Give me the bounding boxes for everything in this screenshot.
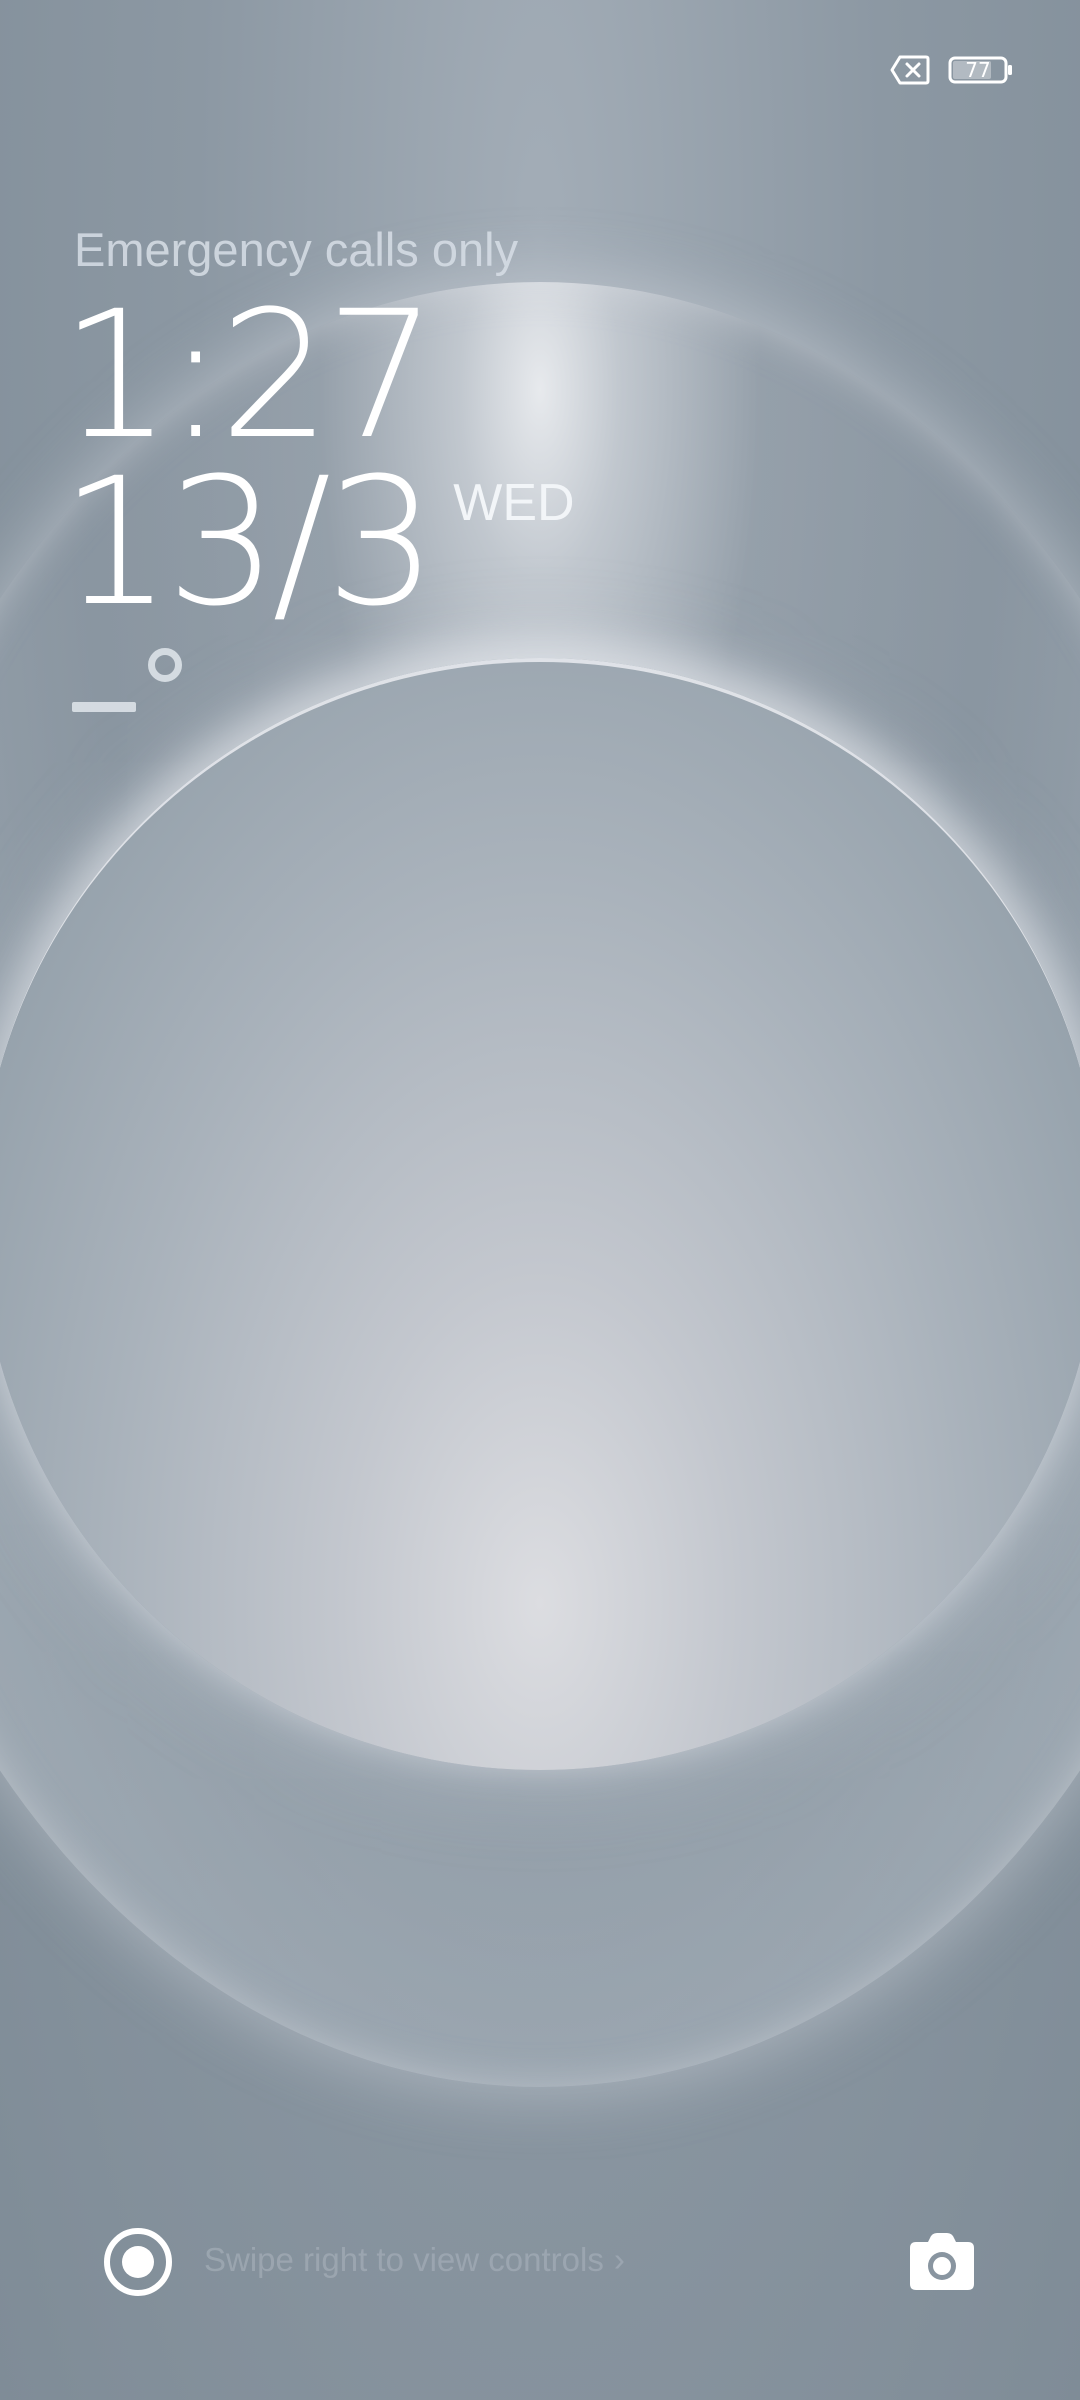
camera-icon (910, 2233, 974, 2290)
temperature-dash (72, 702, 136, 712)
lockscreen-date: 13/3 (60, 440, 437, 645)
lockscreen-clock: 1:27 (60, 273, 437, 478)
temperature-placeholder-icon (72, 640, 192, 720)
record-circle-icon (122, 2246, 154, 2278)
status-bar: 77 (890, 52, 1014, 88)
camera-button[interactable] (908, 2230, 976, 2294)
carrier-status-text: Emergency calls only (74, 223, 519, 276)
wallpaper-inner-sphere (0, 658, 1080, 1770)
degree-icon (148, 648, 182, 682)
swipe-hint-text: Swipe right to view controls (204, 2241, 604, 2278)
battery-level-text: 77 (965, 58, 991, 82)
controls-button[interactable] (104, 2228, 172, 2296)
lockscreen-weekday: WED (453, 474, 575, 532)
chevron-right-icon: › (613, 2241, 625, 2278)
battery-icon: 77 (948, 52, 1014, 88)
date-row: 13/3 WED (60, 455, 575, 631)
no-sim-icon (890, 55, 930, 85)
swipe-hint: Swipe right to view controls › (204, 2241, 625, 2279)
